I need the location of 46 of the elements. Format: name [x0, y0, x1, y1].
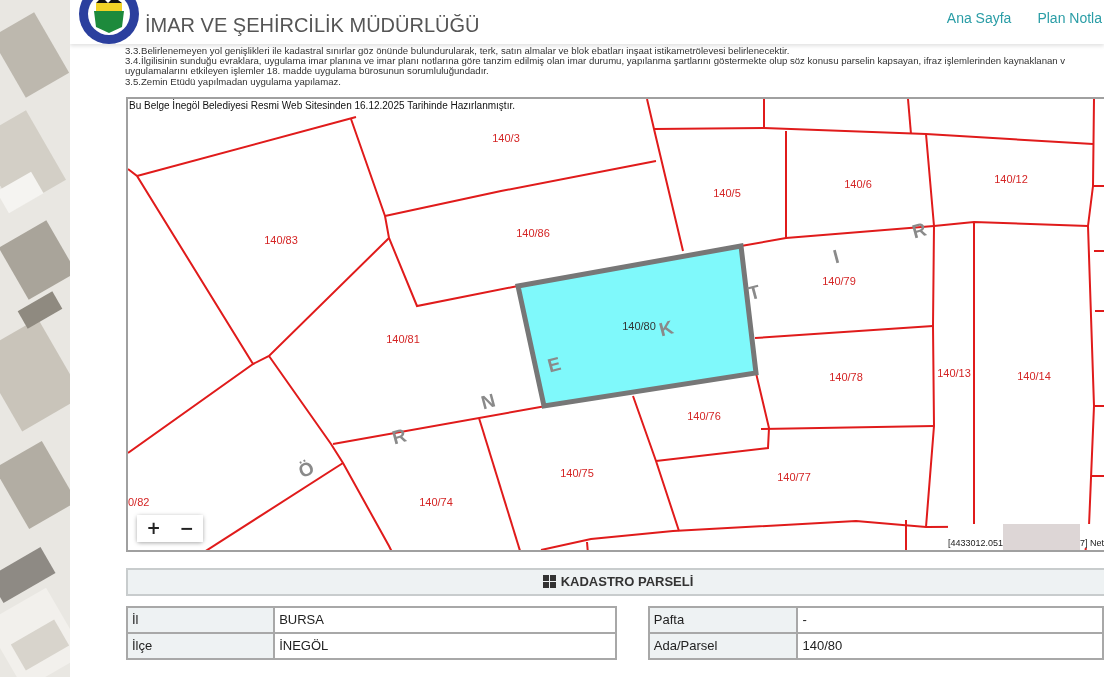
field-label: İl [127, 606, 275, 633]
field-label: İlçe [127, 632, 275, 659]
street-name-letter: R [389, 424, 409, 449]
parcel-label: 140/81 [386, 332, 420, 345]
map-coordinates: 7] Net [1080, 537, 1104, 548]
field-value: 140/80 [797, 632, 1103, 659]
street-name-letter: R [909, 218, 929, 243]
map-caption: Bu Belge İnegöl Belediyesi Resmi Web Sitesinden 16.12.2025 Tarihinde Hazırlanmıştır. [129, 99, 515, 111]
street-name-letter: E [545, 352, 563, 377]
parcel-label: 140/5 [713, 186, 741, 199]
street-name-letter: N [478, 389, 498, 414]
parcel-label: 140/80 [622, 319, 656, 332]
page-title: İMAR VE ŞEHİRCİLİK MÜDÜRLÜĞÜ [145, 13, 480, 37]
field-label: Ada/Parsel [648, 632, 798, 659]
section-title: KADASTRO PARSELİ [560, 574, 694, 590]
map-coordinates: [4433012.051 [947, 537, 1003, 548]
zoom-out-button[interactable]: − [170, 514, 203, 542]
parcel-label: 140/78 [829, 370, 863, 383]
emblem-icon [78, 0, 140, 45]
plan-note: 3.5.Zemin Etüdü yapılmadan uygulama yapılamaz. [125, 76, 341, 87]
street-name-letter: T [745, 280, 763, 304]
field-value: İNEGÖL [274, 632, 616, 659]
street-name-letter: I [830, 245, 842, 268]
parcel-label: 140/6 [844, 177, 872, 190]
parcel-label: 140/86 [516, 226, 550, 239]
parcel-label: 0/82 [128, 495, 150, 508]
parcel-label: 140/3 [492, 131, 520, 144]
street-name-letter: K [656, 316, 676, 341]
parcel-label: 140/74 [419, 495, 453, 508]
field-value: BURSA [274, 606, 616, 633]
zoom-in-button[interactable]: + [137, 514, 170, 542]
parcel-label: 140/79 [822, 274, 856, 287]
plan-note: uygulamalarını etkileyen işlemler 18. madde uygulama bürosunun sorumluluğundadır. [125, 66, 490, 77]
street-name-letter: Ö [295, 456, 318, 482]
parcel-label: 140/14 [1017, 369, 1051, 382]
parcel-label: 140/83 [264, 233, 298, 246]
plan-note: 3.3.Belirlenemeyen yol genişlikleri ile kadastral sınırlar göz önünde bulundurularak, terk, satın almalar ve blok ebatları inşaat istikametrölevesi belirlenecektir. [125, 46, 791, 56]
plan-note: 3.4.İlgilisinin sunduğu evraklara, uygulama imar planına ve imar planı notlarına göre tanzim edilmiş olan imar durumu, yapılanma şartlarını göstermekte olup söz konusu parselin kapsayan, ifraz işlemlerinden kaynaklanan v [125, 56, 1067, 67]
parcel-label: 140/13 [937, 366, 971, 379]
parcel-label: 140/77 [777, 470, 811, 483]
field-label: Pafta [648, 606, 798, 633]
parcel-label: 140/75 [560, 466, 594, 479]
grid-icon [542, 575, 556, 589]
field-value: - [797, 606, 1103, 633]
parcel-label: 140/12 [994, 172, 1028, 185]
parcel-label: 140/76 [687, 409, 721, 422]
